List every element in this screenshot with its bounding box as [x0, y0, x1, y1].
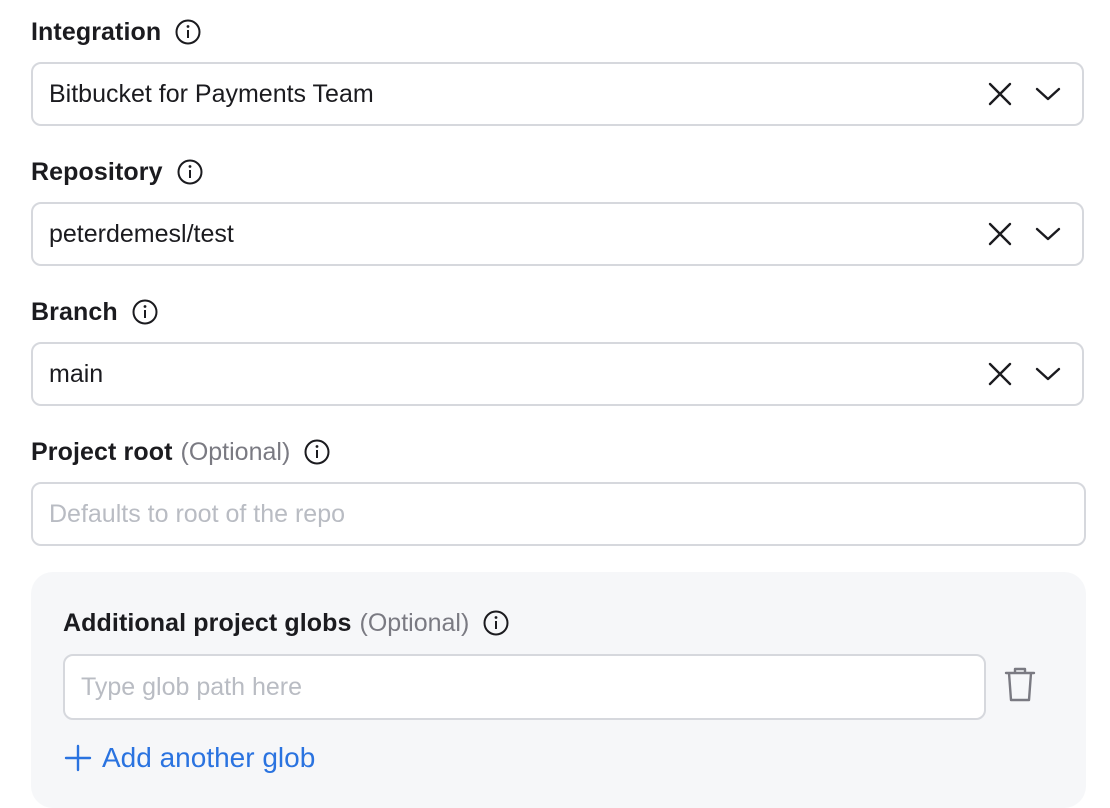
- branch-label: Branch: [31, 297, 118, 326]
- plus-icon: [64, 744, 92, 772]
- optional-tag: (Optional): [180, 437, 291, 466]
- close-icon[interactable]: [984, 218, 1016, 250]
- chevron-down-icon[interactable]: [1032, 358, 1064, 390]
- repository-label-row: Repository: [31, 152, 203, 192]
- repository-select[interactable]: peterdemesl/test: [31, 202, 1084, 266]
- branch-select[interactable]: main: [31, 342, 1084, 406]
- info-icon[interactable]: [132, 299, 158, 325]
- optional-tag: (Optional): [359, 608, 470, 637]
- info-icon[interactable]: [483, 610, 509, 636]
- add-glob-label: Add another glob: [102, 742, 316, 773]
- project-root-label: Project root: [31, 437, 173, 466]
- repository-value: peterdemesl/test: [49, 219, 234, 248]
- info-icon[interactable]: [177, 159, 203, 185]
- globs-label-row: Additional project globs (Optional): [63, 603, 509, 643]
- project-root-label-row: Project root (Optional): [31, 432, 330, 472]
- chevron-down-icon[interactable]: [1032, 218, 1064, 250]
- repository-label: Repository: [31, 157, 163, 186]
- glob-path-input[interactable]: [63, 654, 986, 720]
- info-icon[interactable]: [175, 19, 201, 45]
- close-icon[interactable]: [984, 78, 1016, 110]
- integration-value: Bitbucket for Payments Team: [49, 79, 374, 108]
- integration-label: Integration: [31, 17, 162, 46]
- info-icon[interactable]: [304, 439, 330, 465]
- integration-select[interactable]: Bitbucket for Payments Team: [31, 62, 1084, 126]
- trash-icon[interactable]: [1002, 664, 1038, 704]
- add-glob-button[interactable]: Add another glob: [64, 742, 315, 774]
- branch-label-row: Branch: [31, 292, 158, 332]
- close-icon[interactable]: [984, 358, 1016, 390]
- chevron-down-icon[interactable]: [1032, 78, 1064, 110]
- integration-label-row: Integration: [31, 12, 201, 52]
- project-root-input[interactable]: [31, 482, 1086, 546]
- globs-label: Additional project globs: [63, 608, 352, 637]
- branch-value: main: [49, 359, 104, 388]
